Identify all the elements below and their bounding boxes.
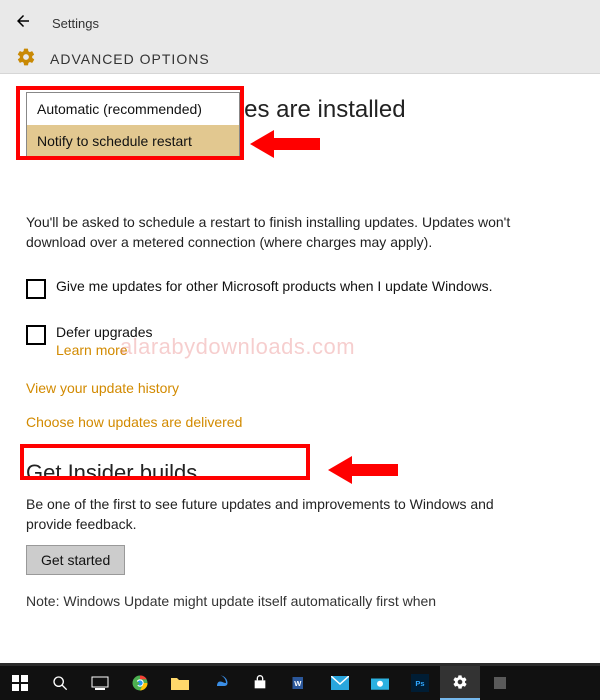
annotation-arrow-2	[328, 450, 398, 490]
arrow-left-icon	[14, 12, 32, 30]
choose-delivery-link[interactable]: Choose how updates are delivered	[26, 414, 574, 430]
taskbar-taskview[interactable]	[80, 666, 120, 700]
taskbar-store[interactable]	[240, 666, 280, 700]
search-icon	[52, 675, 68, 691]
checkbox-defer-label: Defer upgrades	[56, 323, 153, 343]
svg-text:W: W	[294, 679, 302, 688]
checkbox-defer-upgrades[interactable]: Defer upgrades Learn more	[26, 323, 506, 359]
chrome-icon	[131, 674, 149, 692]
settings-label: Settings	[52, 16, 99, 31]
windows-start-icon	[12, 675, 28, 691]
taskbar-photoshop[interactable]: Ps	[400, 666, 440, 700]
dropdown-option-automatic[interactable]: Automatic (recommended)	[27, 93, 239, 125]
update-note: Note: Windows Update might update itself…	[26, 593, 574, 609]
taskbar-edge[interactable]	[200, 666, 240, 700]
taskbar-word[interactable]: W	[280, 666, 320, 700]
checkbox-icon[interactable]	[26, 279, 46, 299]
install-mode-dropdown[interactable]: Automatic (recommended) Notify to schedu…	[26, 92, 240, 158]
taskview-icon	[91, 676, 109, 690]
get-started-button[interactable]: Get started	[26, 545, 125, 575]
checkbox-other-products[interactable]: Give me updates for other Microsoft prod…	[26, 277, 506, 299]
camera-icon	[371, 676, 389, 690]
page-title: ADVANCED OPTIONS	[50, 51, 210, 67]
photoshop-icon: Ps	[411, 674, 429, 692]
folder-icon	[171, 676, 189, 690]
word-icon: W	[291, 674, 309, 692]
edge-icon	[211, 674, 229, 692]
taskbar-camera[interactable]	[360, 666, 400, 700]
install-description: You'll be asked to schedule a restart to…	[26, 212, 526, 253]
mail-icon	[331, 676, 349, 690]
taskbar-settings[interactable]	[440, 666, 480, 700]
taskbar-search[interactable]	[40, 666, 80, 700]
taskbar: W Ps	[0, 666, 600, 700]
dropdown-option-notify[interactable]: Notify to schedule restart	[27, 125, 239, 157]
learn-more-link[interactable]: Learn more	[56, 342, 153, 358]
gear-icon	[16, 47, 36, 70]
back-button[interactable]	[10, 8, 36, 39]
taskbar-chrome[interactable]	[120, 666, 160, 700]
gear-icon	[452, 674, 468, 690]
annotation-arrow-1	[250, 124, 320, 164]
svg-text:Ps: Ps	[415, 679, 424, 688]
insider-heading: Get Insider builds	[26, 460, 574, 486]
content-area: Choose how updates are installed Automat…	[0, 74, 600, 619]
update-history-link[interactable]: View your update history	[26, 380, 574, 396]
settings-header: Settings ADVANCED OPTIONS	[0, 0, 600, 74]
app-icon	[492, 675, 508, 691]
start-button[interactable]	[0, 666, 40, 700]
taskbar-mail[interactable]	[320, 666, 360, 700]
store-icon	[252, 675, 268, 691]
checkbox-icon[interactable]	[26, 325, 46, 345]
insider-text: Be one of the first to see future update…	[26, 494, 506, 535]
taskbar-app[interactable]	[480, 666, 520, 700]
checkbox-other-products-label: Give me updates for other Microsoft prod…	[56, 277, 493, 297]
taskbar-file-explorer[interactable]	[160, 666, 200, 700]
